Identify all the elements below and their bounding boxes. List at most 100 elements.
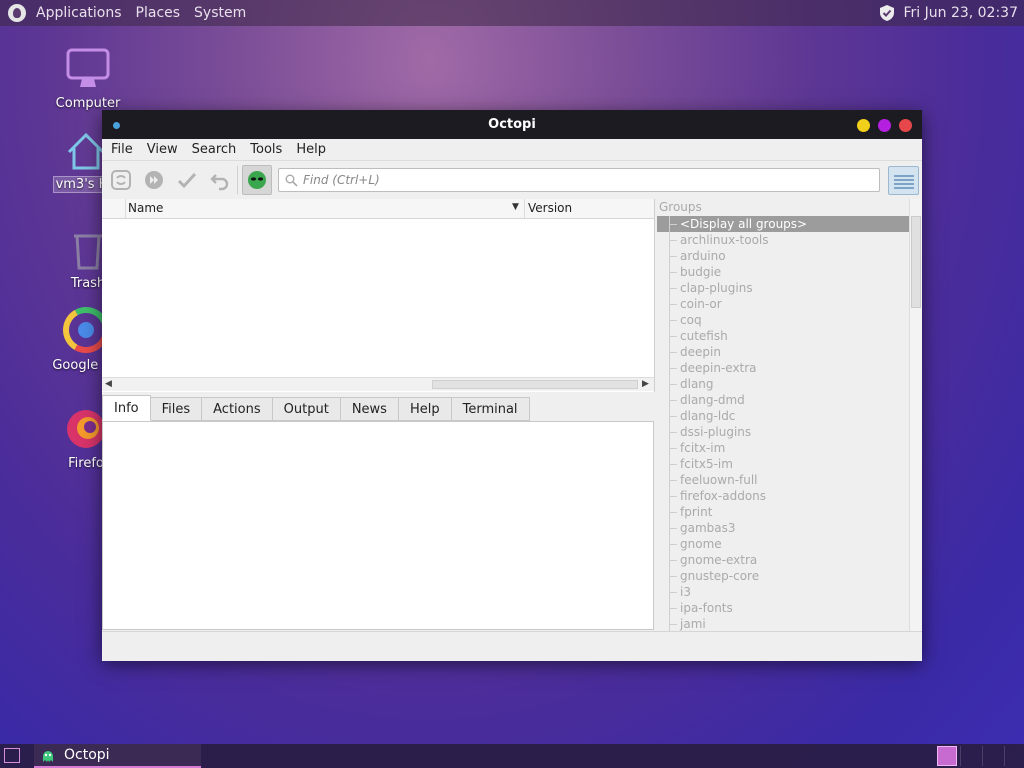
group-item[interactable]: gambas3 [657, 520, 909, 536]
rollback-button[interactable] [207, 167, 233, 193]
groups-header: Groups [659, 200, 702, 214]
group-item[interactable]: i3 [657, 584, 909, 600]
horizontal-scrollbar[interactable]: ◀ ▶ [102, 377, 654, 391]
search-input[interactable]: Find (Ctrl+L) [278, 168, 880, 192]
workspace-2[interactable] [960, 746, 981, 766]
desktop-icon-label: Computer [55, 96, 121, 111]
clock[interactable]: Fri Jun 23, 02:37 [903, 5, 1018, 21]
toolbar-separator [237, 166, 238, 194]
gnome-foot-icon[interactable] [8, 4, 26, 22]
group-item[interactable]: dlang-ldc [657, 408, 909, 424]
octopi-icon [43, 751, 53, 762]
group-item[interactable]: <Display all groups> [657, 216, 909, 232]
upgrade-icon [145, 171, 163, 189]
groups-scrollbar[interactable] [909, 199, 922, 631]
alien-icon [248, 171, 266, 189]
group-item[interactable]: fcitx-im [657, 440, 909, 456]
bottom-panel: Octopi [0, 744, 1024, 768]
status-bar [102, 631, 922, 661]
details-tabs: Info Files Actions Output News Help Term… [102, 395, 530, 421]
tab-files[interactable]: Files [150, 397, 203, 421]
groups-toggle-button[interactable] [888, 166, 919, 195]
package-table-header: Name ▼ Version [102, 199, 654, 219]
tab-output[interactable]: Output [272, 397, 341, 421]
group-item[interactable]: deepin [657, 344, 909, 360]
group-item[interactable]: gnome [657, 536, 909, 552]
group-item[interactable]: deepin-extra [657, 360, 909, 376]
sync-icon [111, 170, 131, 190]
group-item[interactable]: budgie [657, 264, 909, 280]
groups-tree[interactable]: Groups <Display all groups> archlinux-too… [657, 199, 909, 631]
shield-icon[interactable] [879, 4, 895, 22]
octopi-window: Octopi File View Search Tools Help Find … [102, 110, 922, 661]
show-desktop-button[interactable] [4, 748, 20, 763]
status-column-header[interactable] [102, 199, 126, 218]
places-menu[interactable]: Places [136, 5, 181, 21]
desktop-icon-label: Firefo [68, 456, 104, 471]
aur-toggle-button[interactable] [242, 165, 272, 195]
sync-database-button[interactable] [108, 167, 134, 193]
group-item[interactable]: fcitx5-im [657, 456, 909, 472]
scroll-right-icon[interactable]: ▶ [642, 378, 649, 391]
group-item[interactable]: archlinux-tools [657, 232, 909, 248]
taskbar-label: Octopi [64, 747, 110, 763]
group-item[interactable]: cutefish [657, 328, 909, 344]
toolbar: Find (Ctrl+L) [102, 161, 922, 199]
window-title: Octopi [488, 117, 536, 132]
check-icon [177, 172, 197, 189]
group-list: <Display all groups> archlinux-tools ardui… [657, 216, 909, 631]
group-item[interactable]: firefox-addons [657, 488, 909, 504]
workspace-1[interactable] [937, 746, 957, 766]
workspace-3[interactable] [982, 746, 1003, 766]
group-item[interactable]: gnome-extra [657, 552, 909, 568]
group-item[interactable]: dlang [657, 376, 909, 392]
group-item[interactable]: dssi-plugins [657, 424, 909, 440]
scrollbar-thumb[interactable] [432, 380, 638, 389]
group-item[interactable]: fprint [657, 504, 909, 520]
scrollbar-thumb[interactable] [911, 216, 921, 308]
group-item[interactable]: coq [657, 312, 909, 328]
package-table[interactable]: Name ▼ Version ◀ ▶ [102, 199, 655, 392]
info-panel[interactable] [102, 421, 654, 630]
version-column-header[interactable]: Version [524, 199, 572, 218]
applications-menu[interactable]: Applications [36, 5, 122, 21]
computer-icon [66, 48, 110, 87]
window-menu-icon[interactable] [113, 122, 120, 129]
minimize-button[interactable] [857, 119, 870, 132]
system-menu[interactable]: System [194, 5, 246, 21]
tab-news[interactable]: News [340, 397, 399, 421]
group-item[interactable]: feeluown-full [657, 472, 909, 488]
group-item[interactable]: gnustep-core [657, 568, 909, 584]
search-icon [285, 174, 298, 187]
commit-button[interactable] [174, 167, 200, 193]
top-panel: Applications Places System Fri Jun 23, 0… [0, 0, 1024, 26]
name-column-header[interactable]: Name [128, 201, 163, 215]
workspace-4[interactable] [1004, 746, 1024, 766]
group-item[interactable]: arduino [657, 248, 909, 264]
close-button[interactable] [899, 119, 912, 132]
search-placeholder: Find (Ctrl+L) [303, 173, 380, 187]
maximize-button[interactable] [878, 119, 891, 132]
menu-file[interactable]: File [111, 142, 133, 157]
taskbar-octopi[interactable]: Octopi [34, 744, 201, 768]
group-item[interactable]: jami [657, 616, 909, 631]
menu-tools[interactable]: Tools [250, 142, 282, 157]
desktop-icon-computer[interactable]: Computer [38, 46, 138, 111]
tab-terminal[interactable]: Terminal [451, 397, 530, 421]
undo-icon [210, 174, 229, 191]
group-item[interactable]: coin-or [657, 296, 909, 312]
menu-search[interactable]: Search [192, 142, 237, 157]
menubar: File View Search Tools Help [102, 139, 922, 161]
group-item[interactable]: clap-plugins [657, 280, 909, 296]
tab-info[interactable]: Info [102, 395, 151, 421]
tab-actions[interactable]: Actions [202, 397, 273, 421]
window-titlebar[interactable]: Octopi [102, 110, 922, 139]
group-item[interactable]: ipa-fonts [657, 600, 909, 616]
tab-help[interactable]: Help [398, 397, 452, 421]
system-upgrade-button[interactable] [141, 167, 167, 193]
scroll-left-icon[interactable]: ◀ [105, 378, 112, 391]
menu-view[interactable]: View [147, 142, 178, 157]
group-item[interactable]: dlang-dmd [657, 392, 909, 408]
menu-help[interactable]: Help [296, 142, 326, 157]
sort-indicator-icon: ▼ [512, 202, 519, 212]
